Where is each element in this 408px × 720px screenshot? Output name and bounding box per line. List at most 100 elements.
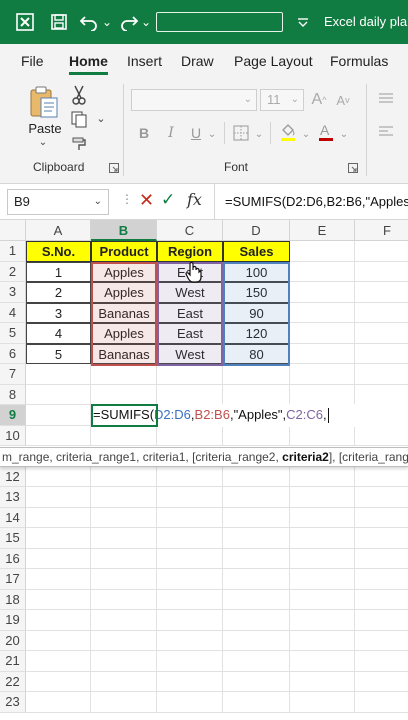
grid-cell[interactable] (26, 630, 91, 651)
grid-cell[interactable] (290, 282, 355, 303)
grid-cell[interactable] (157, 487, 223, 508)
grid-cell[interactable] (355, 426, 408, 446)
grid-cell[interactable] (157, 692, 223, 713)
table-cell[interactable]: East (157, 323, 223, 344)
grid-cell[interactable] (26, 425, 91, 446)
font-size-combo[interactable]: 11 ⌄ (260, 89, 304, 111)
grid-cell[interactable] (26, 466, 91, 487)
insert-function-icon[interactable]: fx (187, 190, 202, 209)
font-name-combo[interactable]: ⌄ (131, 89, 257, 111)
fill-color-dropdown-icon[interactable]: ⌄ (300, 127, 312, 141)
grid-cell[interactable] (355, 364, 408, 385)
copy-dropdown-icon[interactable]: ⌄ (94, 111, 108, 125)
grid-cell[interactable] (91, 425, 157, 446)
grid-cell[interactable] (157, 384, 223, 405)
grid-cell[interactable] (290, 343, 355, 364)
grid-cell[interactable] (157, 425, 223, 446)
paste-label[interactable]: Paste (25, 120, 65, 136)
grid-cell[interactable] (355, 692, 408, 713)
grid-cell[interactable] (290, 507, 355, 528)
enter-icon[interactable]: ✓ (161, 190, 175, 210)
row-header-19[interactable]: 19 (0, 610, 26, 631)
column-header-b[interactable]: B (91, 220, 157, 241)
grid-cell[interactable] (355, 569, 408, 590)
font-color-icon[interactable]: A (316, 120, 336, 144)
format-painter-icon[interactable] (68, 134, 90, 154)
table-cell[interactable]: 1 (26, 261, 91, 282)
grid-cell[interactable] (26, 507, 91, 528)
grid-cell[interactable] (157, 528, 223, 549)
grid-cell[interactable] (26, 671, 91, 692)
grid-cell[interactable] (355, 651, 408, 672)
underline-button[interactable]: U (187, 122, 205, 144)
tab-draw[interactable]: Draw (181, 44, 214, 78)
grid-cell[interactable] (355, 467, 408, 487)
grid-cell[interactable] (355, 323, 408, 344)
table-cell[interactable]: 80 (223, 343, 290, 364)
grid-cell[interactable] (355, 241, 408, 262)
grid-cell[interactable] (223, 610, 290, 631)
cut-icon[interactable] (70, 84, 88, 106)
column-header-c[interactable]: C (157, 220, 223, 241)
grid-cell[interactable] (26, 569, 91, 590)
row-header-12[interactable]: 12 (0, 466, 26, 487)
grid-cell[interactable] (355, 487, 408, 508)
row-header-10[interactable]: 10 (0, 425, 26, 446)
grow-font-icon[interactable]: A ^ (309, 89, 329, 111)
table-header-cell[interactable]: S.No. (26, 241, 91, 262)
grid-cell[interactable] (26, 364, 91, 385)
tab-page-layout[interactable]: Page Layout (234, 44, 313, 78)
grid-cell[interactable] (223, 364, 290, 385)
grid-cell[interactable] (355, 282, 408, 303)
redo-icon[interactable] (116, 0, 142, 44)
table-cell[interactable]: 150 (223, 282, 290, 303)
formula-bar-grip-icon[interactable]: ⋮ (121, 192, 133, 212)
grid-cell[interactable] (157, 589, 223, 610)
grid-cell[interactable] (223, 528, 290, 549)
row-header-16[interactable]: 16 (0, 548, 26, 569)
table-header-cell[interactable]: Product (91, 241, 157, 262)
grid-cell[interactable] (290, 569, 355, 590)
grid-cell[interactable] (290, 323, 355, 344)
grid-cell[interactable] (290, 261, 355, 282)
save-icon[interactable] (46, 0, 72, 44)
table-cell[interactable]: Apples (91, 323, 157, 344)
grid-cell[interactable] (223, 569, 290, 590)
grid-cell[interactable] (290, 651, 355, 672)
row-header-15[interactable]: 15 (0, 528, 26, 549)
tab-file[interactable]: File (21, 44, 44, 78)
grid-cell[interactable] (91, 507, 157, 528)
grid-cell[interactable] (355, 549, 408, 569)
grid-cell[interactable] (355, 610, 408, 631)
fill-color-icon[interactable] (278, 120, 298, 144)
row-header-1[interactable]: 1 (0, 241, 26, 262)
name-box[interactable]: B9 ⌄ (7, 189, 109, 215)
row-header-21[interactable]: 21 (0, 651, 26, 672)
grid-cell[interactable] (91, 589, 157, 610)
undo-dropdown-icon[interactable]: ⌄ (101, 0, 113, 44)
grid-cell[interactable] (290, 384, 355, 405)
table-cell[interactable]: East (157, 302, 223, 323)
document-name-box[interactable] (156, 12, 283, 32)
cancel-icon[interactable]: ✕ (139, 190, 154, 211)
grid-cell[interactable] (290, 241, 355, 262)
grid-cell[interactable] (91, 671, 157, 692)
column-header-e[interactable]: E (290, 220, 355, 241)
grid-cell[interactable] (355, 528, 408, 549)
grid-cell[interactable] (223, 630, 290, 651)
row-header-7[interactable]: 7 (0, 364, 26, 385)
cell-b9-editor[interactable]: =SUMIFS(D2:D6,B2:B6,"Apples",C2:C6, (91, 404, 408, 427)
row-header-17[interactable]: 17 (0, 569, 26, 590)
grid-cell[interactable] (223, 651, 290, 672)
table-cell[interactable]: Apples (91, 261, 157, 282)
grid-cell[interactable] (223, 487, 290, 508)
paste-dropdown-icon[interactable]: ⌄ (35, 136, 51, 148)
grid-cell[interactable] (290, 692, 355, 713)
grid-cell[interactable] (290, 487, 355, 508)
grid-cell[interactable] (355, 385, 408, 405)
grid-cell[interactable] (91, 487, 157, 508)
grid-cell[interactable] (223, 466, 290, 487)
shrink-font-icon[interactable]: Av (333, 89, 353, 111)
grid-cell[interactable] (223, 548, 290, 569)
grid-cell[interactable] (26, 692, 91, 713)
